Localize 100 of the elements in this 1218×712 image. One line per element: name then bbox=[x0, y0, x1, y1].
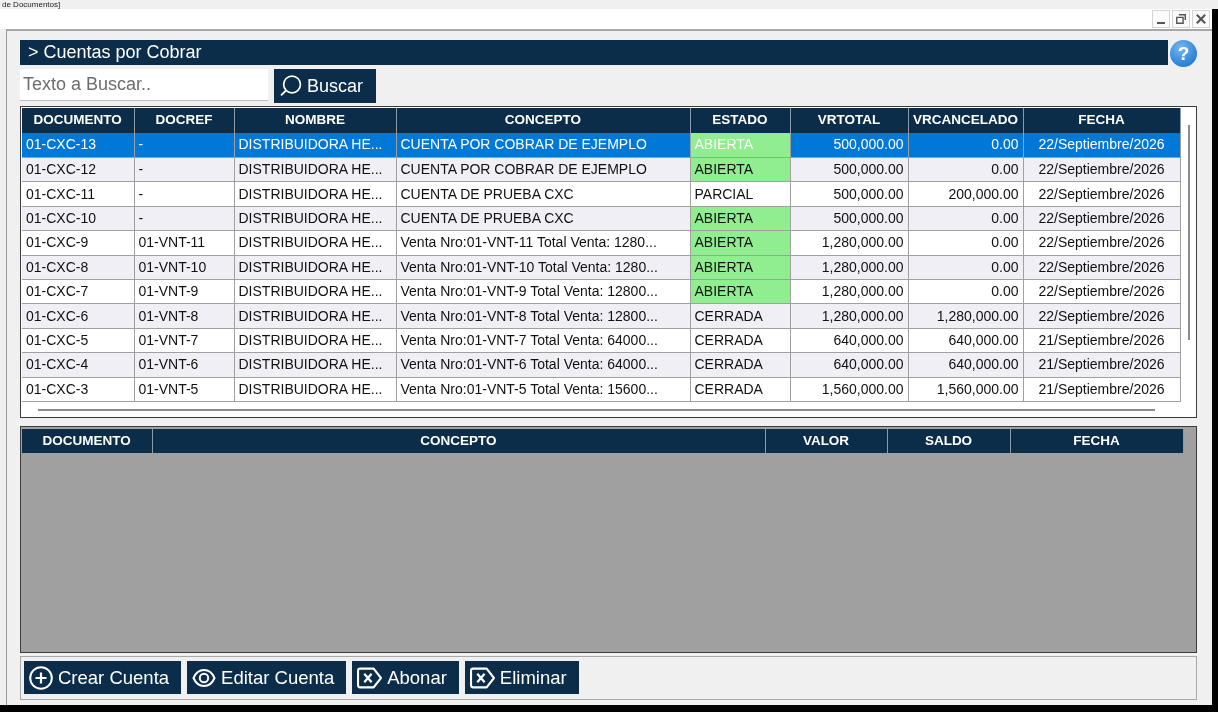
x-tag-icon bbox=[469, 666, 495, 689]
table-cell: CUENTA POR COBRAR DE EJEMPLO bbox=[396, 157, 690, 182]
column-header[interactable]: ESTADO bbox=[690, 108, 790, 133]
table-cell: DISTRIBUIDORA HE... bbox=[234, 328, 396, 353]
table-cell: 22/Septiembre/2026 bbox=[1023, 255, 1180, 280]
table-row[interactable]: 01-CXC-7 01-VNT-9 DISTRIBUIDORA HE... Venta Nro:01-VNT-9 Total Venta: 12800... ABIERTA 1,280,000.00 0.00 22/Septiembre/2026 bbox=[22, 279, 1180, 304]
column-header[interactable]: CONCEPTO bbox=[396, 108, 690, 133]
table-cell: 0.00 bbox=[908, 133, 1023, 158]
table-cell: 21/Septiembre/2026 bbox=[1023, 377, 1180, 402]
table-cell: 01-VNT-8 bbox=[134, 303, 234, 329]
table-cell: CERRADA bbox=[690, 303, 790, 329]
action-button[interactable]: Eliminar bbox=[464, 661, 579, 694]
minimize-button[interactable] bbox=[1152, 10, 1170, 28]
column-header[interactable]: SALDO bbox=[887, 429, 1010, 453]
table-row[interactable]: 01-CXC-11 - DISTRIBUIDORA HE... CUENTA DE PRUEBA CXC PARCIAL 500,000.00 200,000.00 22/Septiembre/2026 bbox=[22, 181, 1180, 207]
column-header[interactable]: NOMBRE bbox=[234, 108, 396, 133]
column-header[interactable]: CONCEPTO bbox=[152, 429, 765, 453]
column-header[interactable]: VRCANCELADO bbox=[908, 108, 1023, 133]
table-cell: Venta Nro:01-VNT-9 Total Venta: 12800... bbox=[396, 279, 690, 304]
table-row[interactable]: 01-CXC-12 - DISTRIBUIDORA HE... CUENTA POR COBRAR DE EJEMPLO ABIERTA 500,000.00 0.00 22/Septiembre/2026 bbox=[22, 157, 1180, 182]
search-icon bbox=[280, 75, 302, 97]
table-cell: CERRADA bbox=[690, 352, 790, 378]
table-row[interactable]: 01-CXC-13 - DISTRIBUIDORA HE... CUENTA POR COBRAR DE EJEMPLO ABIERTA 500,000.00 0.00 22/Septiembre/2026 bbox=[22, 133, 1180, 158]
table-cell: 0.00 bbox=[908, 255, 1023, 280]
table-cell: 21/Septiembre/2026 bbox=[1023, 352, 1180, 378]
table-cell: 01-VNT-6 bbox=[134, 352, 234, 378]
window-title: de Documentos] bbox=[2, 0, 61, 9]
table-cell: - bbox=[134, 181, 234, 207]
table-cell: 1,280,000.00 bbox=[790, 303, 908, 329]
table-cell: 01-CXC-12 bbox=[22, 157, 134, 182]
vertical-scrollbar[interactable] bbox=[1187, 125, 1190, 340]
action-button[interactable]: Abonar bbox=[352, 661, 459, 694]
table-cell: 0.00 bbox=[908, 279, 1023, 304]
table-cell: 1,560,000.00 bbox=[908, 377, 1023, 402]
table-cell: 1,280,000.00 bbox=[790, 279, 908, 304]
table-cell: 200,000.00 bbox=[908, 181, 1023, 207]
table-cell: 01-VNT-5 bbox=[134, 377, 234, 402]
table-row[interactable]: 01-CXC-10 - DISTRIBUIDORA HE... CUENTA DE PRUEBA CXC ABIERTA 500,000.00 0.00 22/Septiembre/2026 bbox=[22, 206, 1180, 231]
table-cell: 0.00 bbox=[908, 230, 1023, 256]
table-cell: DISTRIBUIDORA HE... bbox=[234, 303, 396, 329]
table-cell: Venta Nro:01-VNT-5 Total Venta: 15600... bbox=[396, 377, 690, 402]
table-cell: Venta Nro:01-VNT-10 Total Venta: 1280... bbox=[396, 255, 690, 280]
table-cell: Venta Nro:01-VNT-7 Total Venta: 64000... bbox=[396, 328, 690, 353]
table-cell: 1,280,000.00 bbox=[790, 255, 908, 280]
table-cell: - bbox=[134, 133, 234, 158]
action-button[interactable]: Crear Cuenta bbox=[24, 661, 182, 694]
table-cell: CUENTA DE PRUEBA CXC bbox=[396, 181, 690, 207]
table-cell: 01-VNT-10 bbox=[134, 255, 234, 280]
table-row[interactable]: 01-CXC-6 01-VNT-8 DISTRIBUIDORA HE... Venta Nro:01-VNT-8 Total Venta: 12800... CERRADA 1,280,000.00 1,280,000.00 22/Septiembre/2026 bbox=[22, 303, 1180, 329]
column-header[interactable]: DOCREF bbox=[134, 108, 234, 133]
table-row[interactable]: 01-CXC-4 01-VNT-6 DISTRIBUIDORA HE... Venta Nro:01-VNT-6 Total Venta: 64000... CERRADA 640,000.00 640,000.00 21/Septiembre/2026 bbox=[22, 352, 1180, 378]
table-cell: 01-VNT-11 bbox=[134, 230, 234, 256]
table-cell: ABIERTA bbox=[690, 157, 790, 182]
table-cell: CUENTA POR COBRAR DE EJEMPLO bbox=[396, 133, 690, 158]
table-row[interactable]: 01-CXC-5 01-VNT-7 DISTRIBUIDORA HE... Venta Nro:01-VNT-7 Total Venta: 64000... CERRADA 640,000.00 640,000.00 21/Septiembre/2026 bbox=[22, 328, 1180, 353]
table-cell: DISTRIBUIDORA HE... bbox=[234, 279, 396, 304]
table-cell: DISTRIBUIDORA HE... bbox=[234, 230, 396, 256]
table-cell: 22/Septiembre/2026 bbox=[1023, 279, 1180, 304]
search-field[interactable]: Texto a Buscar.. bbox=[20, 69, 268, 101]
close-icon bbox=[1196, 14, 1206, 24]
table-cell: 22/Septiembre/2026 bbox=[1023, 206, 1180, 231]
table-cell: 01-CXC-13 bbox=[22, 133, 134, 158]
table-cell: 1,280,000.00 bbox=[790, 230, 908, 256]
minimize-icon bbox=[1157, 22, 1165, 24]
table-cell: - bbox=[134, 157, 234, 182]
horizontal-scrollbar[interactable] bbox=[38, 408, 1155, 411]
table-cell: ABIERTA bbox=[690, 133, 790, 158]
table-row[interactable]: 01-CXC-8 01-VNT-10 DISTRIBUIDORA HE... Venta Nro:01-VNT-10 Total Venta: 1280... ABIERTA 1,280,000.00 0.00 22/Septiembre/2026 bbox=[22, 255, 1180, 280]
column-header[interactable]: DOCUMENTO bbox=[22, 429, 152, 453]
table-cell: 640,000.00 bbox=[790, 352, 908, 378]
restore-button[interactable] bbox=[1172, 10, 1190, 28]
column-header[interactable]: VALOR bbox=[765, 429, 887, 453]
table-cell: 22/Septiembre/2026 bbox=[1023, 133, 1180, 158]
column-header[interactable]: FECHA bbox=[1010, 429, 1183, 453]
table-cell: Venta Nro:01-VNT-11 Total Venta: 1280... bbox=[396, 230, 690, 256]
table-cell: 01-CXC-6 bbox=[22, 303, 134, 329]
table-cell: CUENTA DE PRUEBA CXC bbox=[396, 206, 690, 231]
table-cell: DISTRIBUIDORA HE... bbox=[234, 255, 396, 280]
table-cell: 01-CXC-7 bbox=[22, 279, 134, 304]
table-row[interactable]: 01-CXC-3 01-VNT-5 DISTRIBUIDORA HE... Venta Nro:01-VNT-5 Total Venta: 15600... CERRADA 1,560,000.00 1,560,000.00 21/Septiembre/2026 bbox=[22, 377, 1180, 402]
search-button[interactable]: Buscar bbox=[274, 69, 376, 103]
table-cell: 0.00 bbox=[908, 206, 1023, 231]
table-cell: 22/Septiembre/2026 bbox=[1023, 303, 1180, 329]
x-tag-icon bbox=[357, 666, 383, 689]
panel-title: > Cuentas por Cobrar bbox=[20, 40, 1168, 65]
table-row[interactable]: 01-CXC-9 01-VNT-11 DISTRIBUIDORA HE... Venta Nro:01-VNT-11 Total Venta: 1280... ABIERTA 1,280,000.00 0.00 22/Septiembre/2026 bbox=[22, 230, 1180, 256]
table-cell: DISTRIBUIDORA HE... bbox=[234, 181, 396, 207]
table-cell: DISTRIBUIDORA HE... bbox=[234, 133, 396, 158]
column-header[interactable]: VRTOTAL bbox=[790, 108, 908, 133]
close-button[interactable] bbox=[1192, 10, 1210, 28]
table-cell: 01-CXC-11 bbox=[22, 181, 134, 207]
table-cell: 01-VNT-7 bbox=[134, 328, 234, 353]
column-header[interactable]: DOCUMENTO bbox=[22, 108, 134, 133]
table-cell: 22/Septiembre/2026 bbox=[1023, 230, 1180, 256]
column-header[interactable]: FECHA bbox=[1023, 108, 1180, 133]
table-cell: 22/Septiembre/2026 bbox=[1023, 157, 1180, 182]
action-button[interactable]: Editar Cuenta bbox=[187, 661, 347, 694]
table-cell: 1,280,000.00 bbox=[908, 303, 1023, 329]
table-cell: 01-CXC-10 bbox=[22, 206, 134, 231]
table-cell: 01-CXC-8 bbox=[22, 255, 134, 280]
